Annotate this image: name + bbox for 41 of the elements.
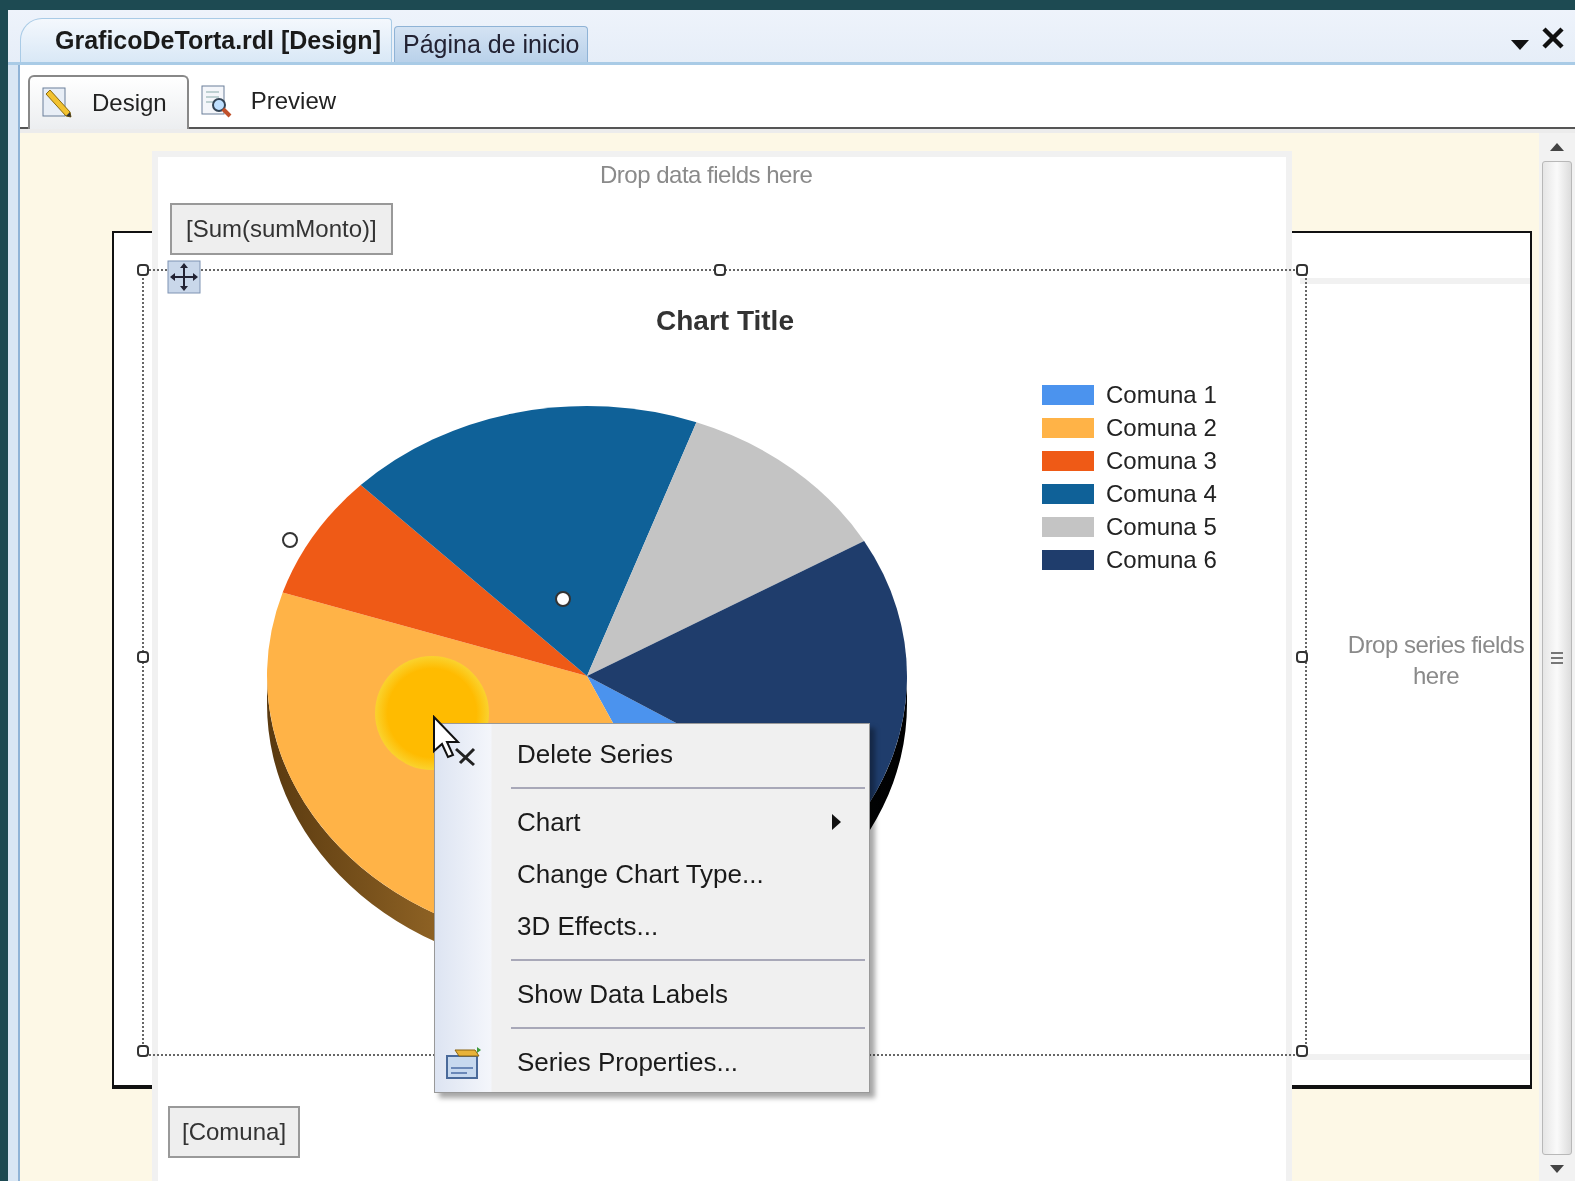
selection-handle[interactable] [714,264,726,276]
scroll-up-icon[interactable] [1550,141,1564,151]
selection-handle[interactable] [1296,264,1308,276]
menu-item[interactable]: Change Chart Type... [435,848,869,900]
view-tab[interactable]: Preview [188,75,357,127]
view-tab[interactable]: Design [28,75,189,129]
selection-handle[interactable] [1296,651,1308,663]
document-tab[interactable]: Página de inicio [393,26,589,62]
legend-label: Comuna 3 [1106,447,1217,475]
menu-item[interactable]: 3D Effects... [435,900,869,952]
cursor-icon [432,715,478,767]
menu-item[interactable]: Show Data Labels [435,968,869,1020]
menu-item[interactable]: Chart [435,796,869,848]
document-tab[interactable]: GraficoDeTorta.rdl [Design] [20,18,392,62]
move-icon[interactable] [167,260,201,294]
legend-label: Comuna 6 [1106,546,1217,574]
drop-hint: Drop series fields here [1346,630,1526,691]
data-field[interactable]: [Sum(sumMonto)] [170,203,393,255]
menu-item[interactable]: Series Properties... [435,1036,869,1088]
selection-handle[interactable] [137,651,149,663]
document-magnifier-icon [198,84,233,118]
chart-title: Chart Title [655,305,795,337]
selection-handle[interactable] [555,591,571,607]
selection-handle[interactable] [137,264,149,276]
pencil-icon [40,86,74,120]
scroll-down-icon[interactable] [1550,1165,1564,1175]
close-icon[interactable] [1541,26,1565,50]
grip-icon [1551,651,1563,665]
properties-icon [445,1046,483,1080]
legend-label: Comuna 5 [1106,513,1217,541]
category-field[interactable]: [Comuna] [168,1106,301,1158]
drop-hint: Drop data fields here [600,161,813,189]
submenu-arrow-icon [832,814,841,830]
selection-handle[interactable] [282,532,298,548]
legend-label: Comuna 4 [1106,480,1217,508]
legend-label: Comuna 2 [1106,414,1217,442]
scrollbar-thumb[interactable] [1542,161,1572,1155]
dropdown-icon[interactable] [1511,40,1529,50]
selection-handle[interactable] [1296,1045,1308,1057]
selection-handle[interactable] [137,1045,149,1057]
legend-label: Comuna 1 [1106,381,1217,409]
